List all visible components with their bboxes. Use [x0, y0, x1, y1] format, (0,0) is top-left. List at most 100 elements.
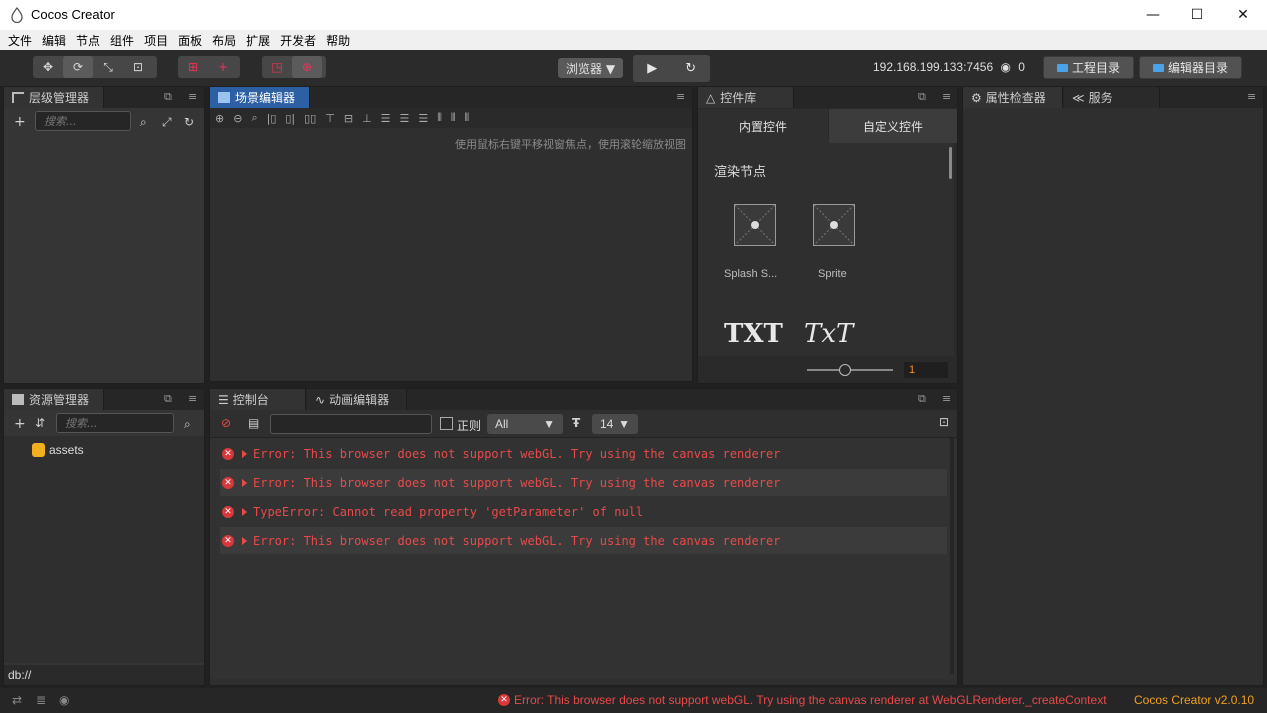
add-asset-icon[interactable]: +	[14, 416, 26, 432]
console-filter-input[interactable]	[270, 414, 432, 434]
align-hcenter-icon[interactable]: ▯|	[285, 112, 295, 125]
assets-search-input[interactable]: 搜索...	[56, 413, 174, 433]
editor-dir-button[interactable]: 编辑器目录	[1139, 56, 1242, 79]
splash-sprite-widget[interactable]	[734, 204, 776, 246]
log-entry[interactable]: ✕ TypeError: Cannot read property 'getPa…	[220, 498, 947, 525]
open-log-icon[interactable]: ▤	[248, 416, 259, 430]
search-icon[interactable]: ⌕	[140, 115, 147, 130]
search-icon[interactable]: ⌕	[184, 417, 191, 432]
refresh-button[interactable]: ↻	[672, 55, 711, 82]
sync-icon[interactable]: ⇄	[12, 693, 22, 707]
tab-assets[interactable]: 资源管理器	[4, 389, 104, 410]
menu-node[interactable]: 节点	[76, 32, 100, 49]
minimize-button[interactable]: —	[1130, 0, 1176, 30]
section-render-nodes: 渲染节点	[714, 165, 767, 180]
scale-tool-icon[interactable]: ⤡	[93, 56, 123, 78]
distribute-vcenter-icon[interactable]: ☰	[400, 112, 410, 125]
panel-menu-icon[interactable]: ≡	[1247, 90, 1256, 103]
log-entry[interactable]: ✕ Error: This browser does not support w…	[220, 527, 947, 554]
distribute-top-icon[interactable]: ☰	[381, 112, 391, 125]
align-right-icon[interactable]: ▯▯	[304, 112, 316, 125]
panel-menu-icon[interactable]: ≡	[942, 392, 951, 405]
align-top-icon[interactable]: ⊤	[325, 112, 335, 125]
align-bottom-icon[interactable]: ⊥	[362, 112, 372, 125]
rect-tool-icon[interactable]: ⊡	[123, 56, 153, 78]
collapse-icon[interactable]: ⊡	[939, 415, 949, 429]
tab-animation[interactable]: ∿ 动画编辑器	[307, 389, 407, 410]
distribute-bottom-icon[interactable]: ☰	[418, 112, 428, 125]
status-error[interactable]: ✕ Error: This browser does not support w…	[498, 693, 1107, 707]
close-button[interactable]: ✕	[1220, 0, 1266, 30]
menu-panel[interactable]: 面板	[178, 32, 202, 49]
align-left-icon[interactable]: |▯	[267, 112, 277, 125]
tab-services[interactable]: ≪ 服务	[1064, 87, 1160, 108]
global-coord-icon[interactable]: ⊕	[292, 56, 322, 78]
regex-checkbox[interactable]	[440, 417, 453, 430]
move-tool-icon[interactable]: ✥	[33, 56, 63, 78]
zoom-out-icon[interactable]: ⊖	[233, 112, 242, 125]
zoom-reset-icon[interactable]: ⌕	[251, 111, 257, 125]
console-scrollbar[interactable]	[950, 438, 954, 674]
hierarchy-tabbar: 层级管理器 ⧉ ≡	[4, 87, 204, 108]
expand-icon[interactable]: ⤢	[162, 115, 172, 130]
distribute-right-icon[interactable]: ⫴	[465, 111, 470, 125]
asset-root-item[interactable]: assets	[32, 443, 84, 457]
tab-builtin-widgets[interactable]: 内置控件	[698, 109, 828, 143]
tab-inspector[interactable]: ⚙ 属性检查器	[963, 87, 1063, 108]
rotate-tool-icon[interactable]: ⟳	[63, 56, 93, 78]
animation-icon: ∿	[315, 392, 326, 407]
tab-widget-library[interactable]: △ 控件库	[698, 87, 794, 108]
menu-developer[interactable]: 开发者	[280, 32, 316, 49]
widget-scrollbar[interactable]	[949, 147, 952, 179]
center-icon[interactable]: +	[208, 56, 238, 78]
tab-custom-widgets[interactable]: 自定义控件	[829, 109, 957, 143]
zoom-in-icon[interactable]: ⊕	[215, 112, 224, 125]
pivot-icon[interactable]: ⊞	[178, 56, 208, 78]
popout-icon[interactable]: ⧉	[918, 90, 926, 104]
panel-menu-icon[interactable]: ≡	[188, 90, 197, 103]
panel-menu-icon[interactable]: ≡	[188, 392, 197, 405]
label-widget-icon[interactable]: TXT	[724, 319, 783, 349]
menu-project[interactable]: 项目	[144, 32, 168, 49]
menu-edit[interactable]: 编辑	[42, 32, 66, 49]
add-node-icon[interactable]: +	[14, 114, 26, 130]
database-icon[interactable]: ≣	[36, 693, 46, 707]
play-button[interactable]: ▶	[633, 55, 672, 82]
browser-select[interactable]: 浏览器 ▼	[558, 58, 624, 78]
popout-icon[interactable]: ⧉	[164, 392, 172, 406]
local-coord-icon[interactable]: ◳	[262, 56, 292, 78]
sprite-widget[interactable]	[813, 204, 855, 246]
refresh-icon[interactable]: ↻	[184, 115, 194, 129]
log-entry[interactable]: ✕ Error: This browser does not support w…	[220, 469, 947, 496]
menu-component[interactable]: 组件	[110, 32, 134, 49]
popout-icon[interactable]: ⧉	[164, 90, 172, 104]
sprite-label: Sprite	[818, 268, 847, 280]
font-size-select[interactable]: 14 ▼	[592, 414, 638, 434]
menu-layout[interactable]: 布局	[212, 32, 236, 49]
popout-icon[interactable]: ⧉	[918, 392, 926, 406]
tab-console[interactable]: ☰ 控制台	[210, 389, 306, 410]
menu-extension[interactable]: 扩展	[246, 32, 270, 49]
regex-label: 正则	[457, 419, 482, 433]
hierarchy-search-input[interactable]: 搜索...	[35, 111, 131, 131]
project-dir-button[interactable]: 工程目录	[1043, 56, 1134, 79]
zoom-slider-handle[interactable]	[839, 364, 851, 376]
panel-menu-icon[interactable]: ≡	[676, 90, 685, 103]
distribute-hcenter-icon[interactable]: ⫴	[451, 111, 456, 125]
log-entry[interactable]: ✕ Error: This browser does not support w…	[220, 440, 947, 467]
zoom-value-input[interactable]: 1	[904, 362, 948, 378]
log-level-select[interactable]: All ▼	[487, 414, 563, 434]
align-vcenter-icon[interactable]: ⊟	[344, 112, 353, 125]
clear-console-icon[interactable]: ⊘	[221, 416, 231, 430]
menu-help[interactable]: 帮助	[326, 32, 350, 49]
menu-file[interactable]: 文件	[8, 32, 32, 49]
richtext-widget-icon[interactable]: TxT	[804, 319, 853, 349]
tab-scene[interactable]: 场景编辑器	[210, 87, 310, 108]
eye-icon[interactable]: ◉	[59, 693, 69, 707]
tab-hierarchy[interactable]: 层级管理器	[4, 87, 104, 108]
widget-tabbar: △ 控件库 ⧉ ≡	[698, 87, 957, 108]
sort-icon[interactable]: ⇵	[35, 416, 45, 430]
maximize-button[interactable]: ☐	[1174, 0, 1220, 30]
distribute-left-icon[interactable]: ⫴	[437, 111, 442, 125]
panel-menu-icon[interactable]: ≡	[942, 90, 951, 103]
